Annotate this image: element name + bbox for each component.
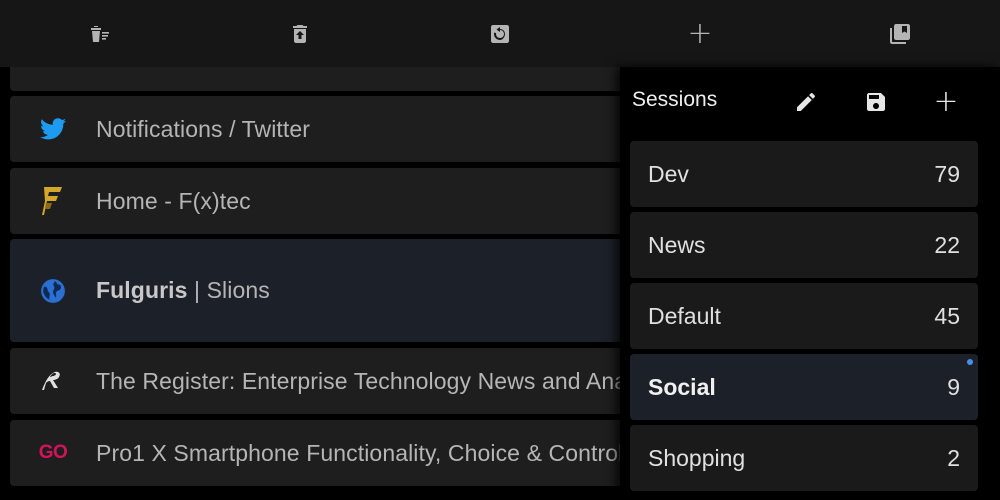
tab-title-bold: Fulguris — [96, 277, 188, 303]
session-item-default[interactable]: Default 45 — [630, 283, 978, 349]
session-tab-count: 2 — [947, 444, 960, 471]
twitter-icon — [10, 118, 96, 140]
session-item-news[interactable]: News 22 — [630, 212, 978, 278]
session-tab-count: 9 — [947, 373, 960, 400]
rename-session-button[interactable] — [789, 85, 823, 119]
session-name: Social — [648, 373, 716, 400]
tab-item-current[interactable]: Fulguris | Slions — [10, 239, 650, 342]
tab-item[interactable]: The Register: Enterprise Technology News… — [10, 348, 650, 414]
current-session-indicator — [967, 359, 973, 365]
session-name: Shopping — [648, 444, 746, 471]
restore-button[interactable] — [400, 0, 600, 67]
save-session-button[interactable] — [859, 85, 893, 119]
pencil-icon — [797, 92, 816, 111]
save-icon — [867, 93, 885, 111]
delete-button[interactable] — [200, 0, 400, 67]
plus-icon: + — [687, 15, 713, 51]
globe-icon — [10, 278, 96, 304]
tab-item[interactable]: Notifications / Twitter — [10, 96, 650, 162]
tabs-collection-icon — [890, 23, 910, 44]
session-tab-count: 22 — [934, 231, 960, 258]
close-all-tabs-icon — [91, 25, 109, 42]
session-tab-count: 79 — [934, 160, 960, 187]
tab-title: The Register: Enterprise Technology News… — [96, 367, 650, 394]
go-icon: GO — [38, 442, 68, 463]
restore-icon — [491, 24, 509, 43]
tab-title: Notifications / Twitter — [96, 115, 311, 142]
plus-icon: + — [933, 84, 959, 119]
tab-item[interactable]: Home - F(x)tec — [10, 168, 650, 234]
tabs-collection-button[interactable] — [800, 0, 1000, 67]
close-all-tabs-button[interactable] — [0, 0, 200, 67]
session-item-social[interactable]: Social 9 — [630, 354, 978, 420]
sessions-title: Sessions — [632, 88, 718, 111]
delete-icon — [293, 24, 307, 43]
tab-title-rest: | Slions — [187, 277, 270, 303]
fxtec-icon — [10, 186, 96, 216]
tab-partial-row — [10, 67, 640, 91]
tab-title: Home - F(x)tec — [96, 187, 251, 214]
bottom-toolbar: + — [0, 0, 1000, 67]
tab-title: Fulguris | Slions — [96, 277, 270, 304]
new-tab-button[interactable]: + — [600, 0, 800, 67]
session-name: Default — [648, 302, 721, 329]
add-session-button[interactable]: + — [929, 85, 963, 119]
session-name: Dev — [648, 160, 689, 187]
tab-item[interactable]: GO Pro1 X Smartphone Functionality, Choi… — [10, 420, 650, 486]
sessions-panel: Sessions + Dev 79 News 22 Default 45 Soc… — [620, 67, 1000, 500]
session-name: News — [648, 231, 706, 258]
session-item-shopping[interactable]: Shopping 2 — [630, 425, 978, 491]
session-item-dev[interactable]: Dev 79 — [630, 141, 978, 207]
tab-title: Pro1 X Smartphone Functionality, Choice … — [96, 439, 624, 466]
register-icon — [10, 370, 96, 392]
session-tab-count: 45 — [934, 302, 960, 329]
